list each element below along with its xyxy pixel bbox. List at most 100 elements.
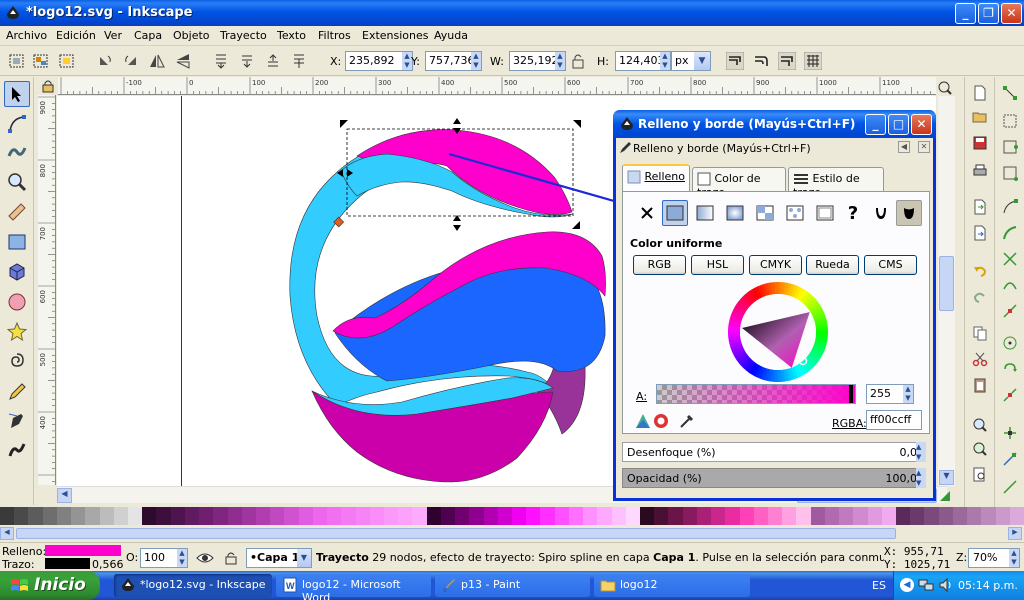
palette-swatch[interactable] [384, 507, 399, 525]
menu-trayecto[interactable]: Trayecto [220, 29, 267, 42]
stroke-indicator[interactable] [45, 558, 90, 569]
palette-swatch[interactable] [952, 507, 968, 525]
calligraphy-tool[interactable] [4, 437, 30, 463]
flip-vertical-icon[interactable] [174, 52, 192, 70]
palette-swatch[interactable] [170, 507, 186, 525]
menu-filtros[interactable]: Filtros [318, 29, 351, 42]
mode-hsl-button[interactable]: HSL [691, 255, 744, 275]
snap-midpoints-button[interactable] [1000, 301, 1020, 321]
opacity-slider[interactable]: Opacidad (%) 100,0 [622, 468, 924, 488]
copy-button[interactable] [970, 323, 990, 343]
vertical-scroll-thumb[interactable] [939, 256, 954, 311]
snap-grid-button[interactable] [1000, 423, 1020, 443]
palette-swatch[interactable] [810, 507, 826, 525]
alpha-spinner[interactable]: ▲ ▼ [903, 385, 913, 403]
palette-swatch[interactable] [85, 507, 101, 525]
eye-visibility-icon[interactable] [196, 551, 214, 565]
rectangle-tool[interactable] [4, 229, 30, 255]
palette-swatch[interactable] [398, 507, 413, 525]
snap-others-button[interactable] [1000, 477, 1020, 497]
flip-horizontal-icon[interactable] [148, 52, 166, 70]
snap-rotation-center-button[interactable] [1000, 359, 1020, 379]
palette-swatch[interactable] [469, 507, 485, 525]
palette-swatch[interactable] [981, 507, 997, 525]
print-button[interactable] [970, 161, 990, 181]
snap-page-border-button[interactable] [1000, 385, 1020, 405]
lock-icon[interactable] [569, 52, 587, 70]
save-button[interactable] [970, 133, 990, 153]
palette-swatch[interactable] [597, 507, 613, 525]
palette-swatch[interactable] [896, 507, 911, 525]
h-field[interactable]: 124,403 ▲ ▼ [615, 51, 671, 71]
palette-swatch[interactable] [28, 507, 44, 525]
palette-swatch[interactable] [739, 507, 755, 525]
menu-ayuda[interactable]: Ayuda [434, 29, 468, 42]
palette-swatch[interactable] [42, 507, 58, 525]
node-tool[interactable] [4, 111, 30, 137]
menu-archivo[interactable]: Archivo [6, 29, 47, 42]
palette-scroll-right[interactable]: ▶ [1008, 527, 1022, 540]
network-icon[interactable] [918, 577, 934, 593]
color-managed-icon[interactable] [634, 412, 652, 430]
task-folder[interactable]: logo12 [594, 574, 750, 597]
zoom-drawing-button[interactable] [970, 439, 990, 459]
palette-swatch[interactable] [256, 507, 271, 525]
y-field[interactable]: 757,736 ▲ ▼ [425, 51, 482, 71]
palette-swatch[interactable] [938, 507, 954, 525]
tab-color-de-trazo[interactable]: Color de trazo [692, 167, 786, 199]
selector-tool[interactable] [4, 81, 30, 107]
swatch-button[interactable] [782, 200, 808, 226]
menu-edicion[interactable]: Edición [56, 29, 96, 42]
dialog-close-button[interactable]: ✕ [911, 114, 932, 135]
palette-swatch[interactable] [497, 507, 513, 525]
palette-swatch[interactable] [270, 507, 285, 525]
snap-guides-button[interactable] [1000, 449, 1020, 469]
palette-swatch[interactable] [440, 507, 456, 525]
palette-swatch[interactable] [682, 507, 698, 525]
palette-swatch[interactable] [526, 507, 541, 525]
cut-button[interactable] [970, 349, 990, 369]
y-spinner[interactable]: ▲ ▼ [471, 52, 481, 70]
ellipse-tool[interactable] [4, 289, 30, 315]
palette-swatch[interactable] [483, 507, 499, 525]
palette-swatch[interactable] [128, 507, 143, 525]
language-indicator[interactable]: ES [872, 579, 886, 592]
palette-swatch[interactable] [967, 507, 982, 525]
palette-swatch[interactable] [298, 507, 314, 525]
palette-swatch[interactable] [881, 507, 897, 525]
palette-swatch[interactable] [341, 507, 357, 525]
dock-left-icon[interactable]: ◀ [898, 141, 910, 153]
palette-swatch[interactable] [839, 507, 854, 525]
rotate-ccw-icon[interactable] [96, 52, 114, 70]
palette-swatch[interactable] [654, 507, 669, 525]
layer-select[interactable]: •Capa 1 ▼ [246, 548, 312, 568]
blur-slider[interactable]: Desenfoque (%) 0,0 [622, 442, 924, 462]
pen-tool[interactable] [4, 407, 30, 433]
zoom-tool[interactable] [4, 169, 30, 195]
tab-relleno[interactable]: Relleno [622, 164, 690, 192]
palette-swatch[interactable] [725, 507, 741, 525]
palette-swatch[interactable] [853, 507, 869, 525]
eyedropper-icon[interactable] [678, 412, 696, 430]
open-button[interactable] [970, 107, 990, 127]
select-all-icon[interactable] [8, 52, 26, 70]
palette-swatch[interactable] [924, 507, 940, 525]
snap-enable-button[interactable] [1000, 83, 1020, 103]
mode-rueda-button[interactable]: Rueda [806, 255, 859, 275]
snap-centers-button[interactable] [1000, 333, 1020, 353]
palette-swatch[interactable] [227, 507, 243, 525]
opacity-spinner[interactable]: ▲ ▼ [916, 468, 926, 488]
palette-swatch[interactable] [711, 507, 726, 525]
palette-swatch[interactable] [640, 507, 655, 525]
palette-swatch[interactable] [284, 507, 300, 525]
snap-bbox-edges-button[interactable] [1000, 137, 1020, 157]
vertical-scrollbar[interactable]: ▼ [938, 96, 955, 486]
snap-smooth-nodes-button[interactable] [1000, 275, 1020, 295]
palette-swatch[interactable] [455, 507, 470, 525]
palette-swatch[interactable] [910, 507, 925, 525]
snap-bbox-button[interactable] [1000, 111, 1020, 131]
palette-swatch[interactable] [512, 507, 527, 525]
select-all-layers-icon[interactable] [32, 52, 50, 70]
palette-swatch[interactable] [71, 507, 86, 525]
rotate-cw-icon[interactable] [122, 52, 140, 70]
